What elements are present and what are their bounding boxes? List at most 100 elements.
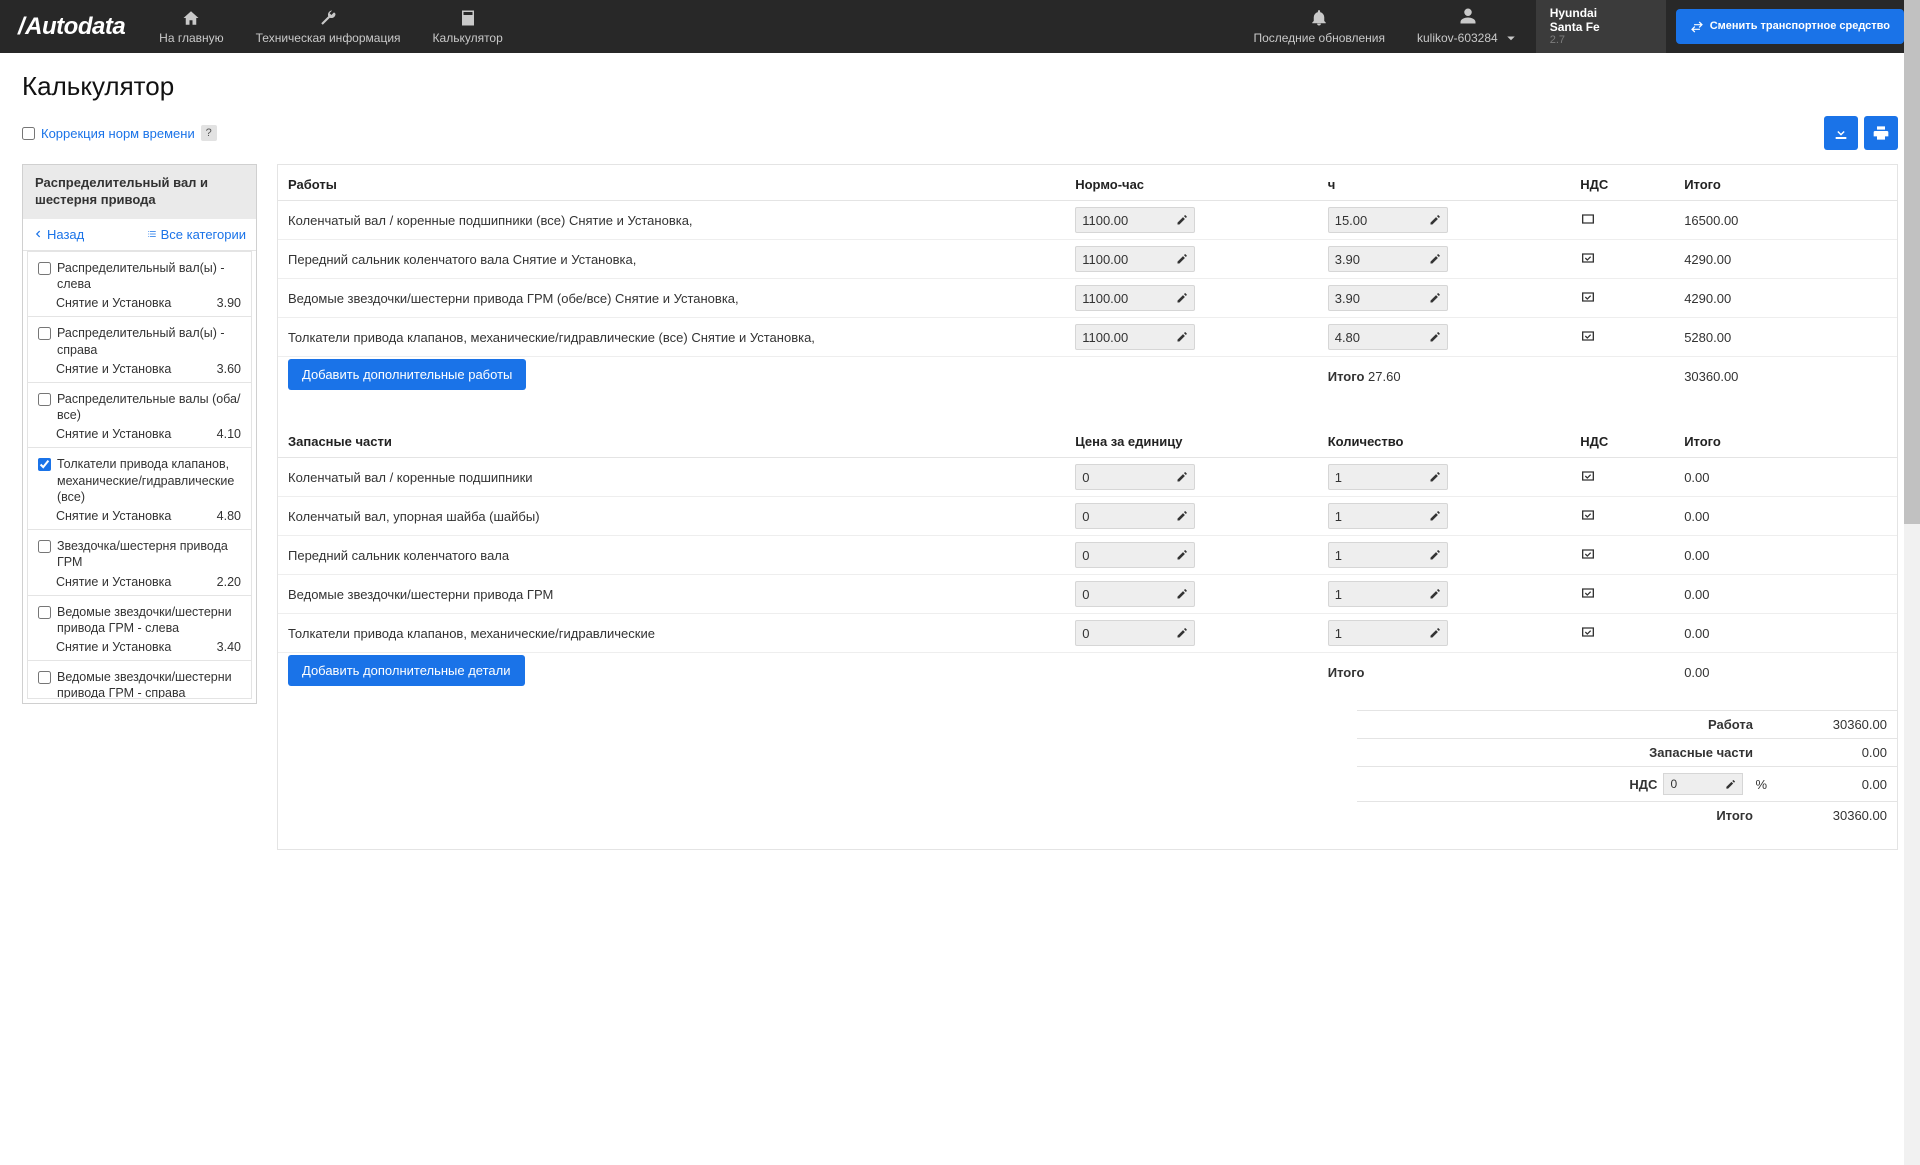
pencil-icon (1176, 331, 1188, 343)
pencil-icon (1429, 549, 1441, 561)
sidebar-item-checkbox[interactable] (38, 606, 51, 619)
sidebar-item-checkbox[interactable] (38, 540, 51, 553)
pencil-icon (1176, 510, 1188, 522)
work-rate-input[interactable]: 1100.00 (1075, 285, 1195, 311)
sidebar-item-checkbox[interactable] (38, 671, 51, 684)
vat-checkbox[interactable] (1580, 328, 1596, 347)
main-panel: Работы Нормо-час ч НДС Итого Коленчатый … (277, 164, 1898, 850)
nav-tech-label: Техническая информация (256, 31, 401, 45)
parts-qty-input[interactable]: 1 (1328, 503, 1448, 529)
vat-checkbox[interactable] (1580, 289, 1596, 308)
sidebar-item-hours: 3.40 (217, 640, 241, 654)
sidebar-item[interactable]: Толкатели привода клапанов, механические… (28, 448, 251, 530)
vat-rate-input[interactable]: 0 (1663, 773, 1743, 795)
vat-checkbox[interactable] (1580, 211, 1596, 230)
pencil-icon (1176, 588, 1188, 600)
sidebar-item-title: Распределительный вал(ы) - слева (57, 260, 241, 293)
nav-home[interactable]: На главную (143, 3, 239, 51)
vat-checkbox[interactable] (1580, 468, 1596, 487)
sidebar-item-hours: 3.90 (217, 296, 241, 310)
work-th-label: Работы (278, 165, 1065, 201)
sidebar-item-checkbox[interactable] (38, 458, 51, 471)
work-hours-input[interactable]: 15.00 (1328, 207, 1448, 233)
parts-price-input[interactable]: 0 (1075, 464, 1195, 490)
help-icon[interactable]: ? (201, 125, 217, 141)
nav-user-menu[interactable]: kulikov-603284 (1401, 0, 1536, 53)
vat-checkbox[interactable] (1580, 585, 1596, 604)
nav-updates[interactable]: Последние обновления (1237, 0, 1401, 53)
chevron-left-icon (33, 229, 43, 239)
work-rate-input[interactable]: 1100.00 (1075, 246, 1195, 272)
vat-checkbox[interactable] (1580, 507, 1596, 526)
work-hours-input[interactable]: 4.80 (1328, 324, 1448, 350)
vat-checkbox[interactable] (1580, 624, 1596, 643)
home-icon (182, 9, 200, 27)
switch-vehicle-button[interactable]: Сменить транспортное средство (1676, 9, 1904, 44)
work-row-total: 16500.00 (1674, 201, 1897, 240)
time-correction-checkbox[interactable] (22, 127, 35, 140)
summary-labor-label: Работа (1367, 717, 1767, 732)
sidebar-item[interactable]: Распределительный вал(ы) - справа Снятие… (28, 317, 251, 383)
sidebar-all-categories-link[interactable]: Все категории (147, 227, 246, 242)
parts-qty-input-value: 1 (1335, 626, 1429, 641)
sidebar-item-subtitle: Снятие и Установка (56, 509, 171, 523)
work-hours-input-value: 4.80 (1335, 330, 1429, 345)
sidebar-item-checkbox[interactable] (38, 327, 51, 340)
parts-qty-input[interactable]: 1 (1328, 542, 1448, 568)
parts-qty-input[interactable]: 1 (1328, 620, 1448, 646)
pencil-icon (1429, 627, 1441, 639)
page-scrollbar[interactable] (1904, 0, 1920, 1165)
add-parts-button[interactable]: Добавить дополнительные детали (288, 655, 525, 686)
parts-th-label: Запасные части (278, 422, 1065, 458)
pencil-icon (1176, 253, 1188, 265)
work-table: Работы Нормо-час ч НДС Итого Коленчатый … (278, 165, 1897, 692)
checkbox-checked-icon (1580, 289, 1596, 305)
parts-qty-input[interactable]: 1 (1328, 581, 1448, 607)
parts-row-total: 0.00 (1674, 497, 1897, 536)
parts-qty-input[interactable]: 1 (1328, 464, 1448, 490)
sidebar-item-subtitle: Снятие и Установка (56, 640, 171, 654)
sidebar-all-label: Все категории (161, 227, 246, 242)
logo[interactable]: Autodata (0, 13, 143, 41)
checkbox-checked-icon (1580, 585, 1596, 601)
sidebar-item-checkbox[interactable] (38, 393, 51, 406)
pencil-icon (1176, 292, 1188, 304)
nav-calculator[interactable]: Калькулятор (417, 3, 519, 51)
work-rate-input[interactable]: 1100.00 (1075, 324, 1195, 350)
vat-checkbox[interactable] (1580, 546, 1596, 565)
parts-price-input[interactable]: 0 (1075, 581, 1195, 607)
work-row-label: Толкатели привода клапанов, механические… (278, 318, 1065, 357)
work-hours-input[interactable]: 3.90 (1328, 246, 1448, 272)
work-rate-input-value: 1100.00 (1082, 330, 1176, 345)
parts-th-qty: Количество (1318, 422, 1571, 458)
parts-price-input[interactable]: 0 (1075, 620, 1195, 646)
pencil-icon (1429, 331, 1441, 343)
vehicle-engine: 2.7 (1550, 34, 1652, 47)
sidebar-item[interactable]: Ведомые звездочки/шестерни привода ГРМ -… (28, 596, 251, 662)
time-correction-toggle[interactable]: Коррекция норм времени (22, 126, 195, 141)
sidebar-item-checkbox[interactable] (38, 262, 51, 275)
sidebar-item[interactable]: Ведомые звездочки/шестерни привода ГРМ -… (28, 661, 251, 699)
parts-price-input[interactable]: 0 (1075, 542, 1195, 568)
add-work-button[interactable]: Добавить дополнительные работы (288, 359, 526, 390)
work-rate-input[interactable]: 1100.00 (1075, 207, 1195, 233)
print-button[interactable] (1864, 116, 1898, 150)
parts-row: Передний сальник коленчатого вала 0 1 0.… (278, 536, 1897, 575)
work-th-vat: НДС (1570, 165, 1674, 201)
sidebar-item[interactable]: Распределительный вал(ы) - слева Снятие … (28, 252, 251, 318)
download-button[interactable] (1824, 116, 1858, 150)
nav-tech-info[interactable]: Техническая информация (240, 3, 417, 51)
sidebar-list[interactable]: Распределительный вал(ы) - слева Снятие … (27, 251, 252, 699)
sidebar-back-link[interactable]: Назад (33, 227, 84, 242)
sidebar-item[interactable]: Звездочка/шестерня привода ГРМ Снятие и … (28, 530, 251, 596)
work-row-label: Передний сальник коленчатого вала Снятие… (278, 240, 1065, 279)
checkbox-icon (1580, 211, 1596, 227)
sidebar-item-title: Ведомые звездочки/шестерни привода ГРМ -… (57, 604, 241, 637)
work-hours-input[interactable]: 3.90 (1328, 285, 1448, 311)
topbar: Autodata На главную Техническая информац… (0, 0, 1920, 53)
main-nav: На главную Техническая информация Кальку… (143, 3, 519, 51)
work-sum-total: 30360.00 (1674, 357, 1897, 397)
sidebar-item[interactable]: Распределительные валы (оба/все) Снятие … (28, 383, 251, 449)
vat-checkbox[interactable] (1580, 250, 1596, 269)
parts-price-input[interactable]: 0 (1075, 503, 1195, 529)
